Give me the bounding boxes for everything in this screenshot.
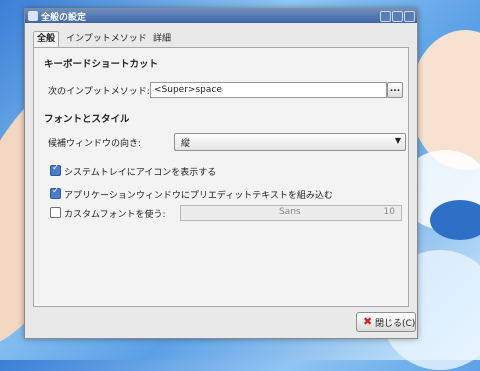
- shortcut-browse-button[interactable]: ...: [387, 82, 403, 98]
- tab-general[interactable]: 全般: [33, 31, 60, 48]
- show-systray-label[interactable]: システムトレイにアイコンを表示する: [64, 165, 216, 178]
- keyboard-shortcuts-heading: キーボードショートカット: [44, 59, 159, 70]
- custom-font-label[interactable]: カスタムフォントを使う:: [64, 207, 166, 220]
- maximize-button[interactable]: [392, 11, 403, 22]
- close-button-label: 閉じる(C): [375, 319, 416, 329]
- orientation-value: 縦: [181, 139, 191, 149]
- chevron-down-icon: ▼: [394, 136, 401, 145]
- next-im-label: 次のインプットメソッド:: [48, 87, 150, 97]
- window-title: 全般の設定: [41, 13, 87, 23]
- next-im-shortcut-field[interactable]: <Super>space: [150, 82, 387, 98]
- close-button[interactable]: ✖ 閉じる(C): [356, 312, 416, 332]
- app-icon: [28, 11, 38, 21]
- font-style-heading: フォントとスタイル: [44, 114, 130, 125]
- custom-font-name: Sans: [279, 207, 301, 217]
- tab-input-method[interactable]: インプットメソッド: [63, 33, 150, 46]
- custom-font-checkbox[interactable]: [50, 207, 61, 218]
- embed-preedit-checkbox[interactable]: [50, 186, 61, 199]
- window-close-button[interactable]: [404, 11, 415, 22]
- general-panel: キーボードショートカット 次のインプットメソッド: <Super>space .…: [33, 47, 409, 307]
- embed-preedit-label[interactable]: アプリケーションウィンドウにプリエディットテキストを組み込む: [64, 188, 333, 201]
- tab-advanced[interactable]: 詳細: [150, 33, 174, 46]
- close-icon: ✖: [363, 315, 373, 328]
- preferences-window: 全般の設定 全般 インプットメソッド 詳細 キーボードショートカット 次のインプ…: [24, 8, 418, 339]
- orientation-label: 候補ウィンドウの向き:: [48, 139, 142, 149]
- show-systray-checkbox[interactable]: [50, 163, 61, 176]
- custom-font-size: 10: [383, 207, 395, 217]
- custom-font-button[interactable]: Sans 10: [180, 205, 402, 221]
- minimize-button[interactable]: [380, 11, 391, 22]
- title-bar[interactable]: 全般の設定: [25, 9, 417, 23]
- orientation-combo[interactable]: 縦 ▼: [174, 133, 406, 151]
